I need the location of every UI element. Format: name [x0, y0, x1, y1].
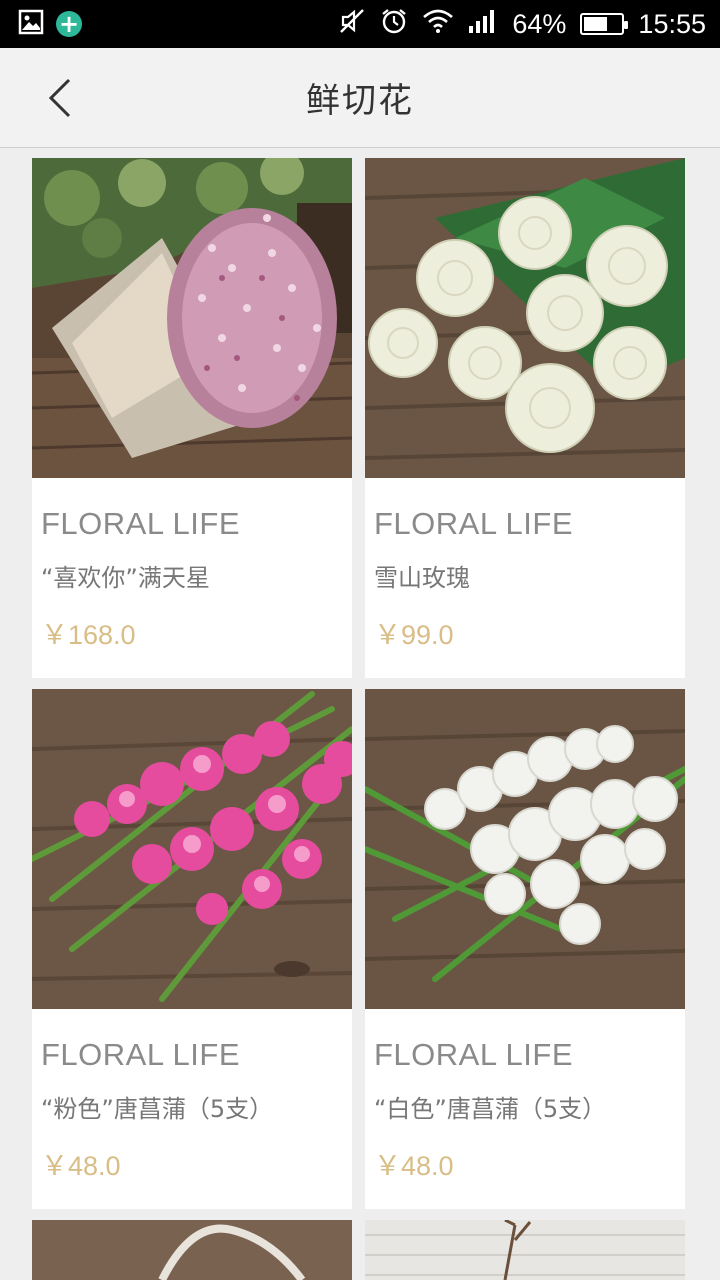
product-card[interactable]: FLORAL LIFE “粉色”唐菖蒲（5支） ￥48.0: [32, 689, 352, 1209]
product-brand: FLORAL LIFE: [374, 1037, 574, 1072]
gallery-icon: [18, 9, 44, 39]
product-price: ￥99.0: [374, 620, 454, 650]
battery-level: [584, 17, 608, 31]
product-card[interactable]: [32, 1220, 352, 1280]
nav-bar: 鲜切花: [0, 48, 720, 148]
product-card[interactable]: FLORAL LIFE “喜欢你”满天星 ￥168.0: [32, 158, 352, 678]
product-price: ￥48.0: [374, 1151, 454, 1181]
product-brand: FLORAL LIFE: [41, 1037, 241, 1072]
battery-percent: 64%: [512, 8, 567, 39]
product-card[interactable]: [365, 1220, 685, 1280]
product-card[interactable]: FLORAL LIFE 雪山玫瑰 ￥99.0: [365, 158, 685, 678]
product-name: “粉色”唐菖蒲（5支）: [41, 1095, 274, 1123]
back-button[interactable]: [30, 68, 90, 128]
product-image-babys-breath: [32, 158, 352, 478]
product-brand: FLORAL LIFE: [41, 506, 241, 541]
product-price: ￥168.0: [41, 620, 136, 650]
product-grid: FLORAL LIFE “喜欢你”满天星 ￥168.0 FLORAL LIFE …: [32, 158, 686, 1280]
mute-icon: [338, 7, 366, 42]
product-image-white-roses: [365, 158, 685, 478]
product-image-pink-gladiolus: [32, 689, 352, 1009]
product-name: “白色”唐菖蒲（5支）: [374, 1095, 607, 1123]
product-name: 雪山玫瑰: [374, 564, 470, 592]
product-name: “喜欢你”满天星: [41, 564, 210, 592]
status-bar: + 64% 15:55: [0, 0, 720, 48]
product-brand: FLORAL LIFE: [374, 506, 574, 541]
product-card[interactable]: FLORAL LIFE “白色”唐菖蒲（5支） ￥48.0: [365, 689, 685, 1209]
product-image-white-gladiolus: [365, 689, 685, 1009]
product-price: ￥48.0: [41, 1151, 121, 1181]
alarm-icon: [380, 7, 408, 42]
chevron-left-icon: [48, 78, 71, 118]
page-title: 鲜切花: [306, 81, 414, 121]
battery-icon: [580, 13, 629, 35]
clock: 15:55: [638, 8, 706, 39]
product-image-partial: [365, 1220, 685, 1280]
signal-icon: [468, 8, 498, 41]
plus-circle-icon: +: [56, 11, 82, 37]
wifi-icon: [422, 8, 454, 41]
product-image-partial: [32, 1220, 352, 1280]
